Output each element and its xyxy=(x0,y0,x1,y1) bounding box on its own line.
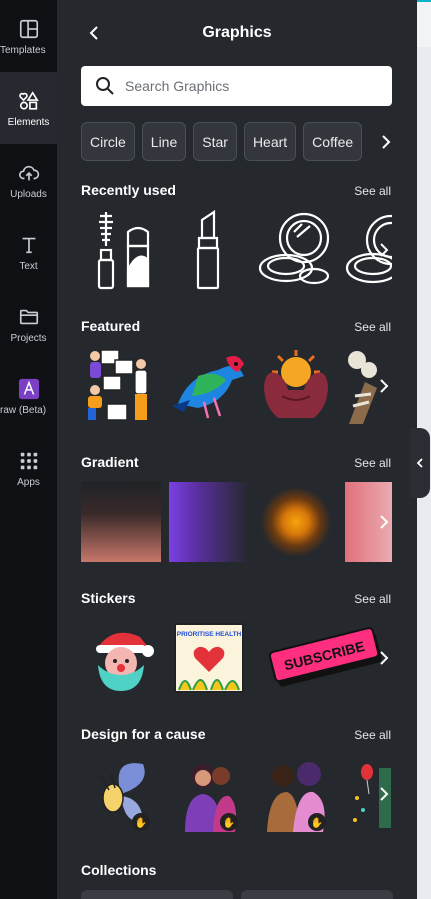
graphic-lipstick[interactable] xyxy=(168,210,248,290)
strong-sun-illustration xyxy=(264,350,328,418)
rail-item-uploads[interactable]: Uploads xyxy=(0,144,57,216)
graphics-panel: Graphics Circle Line Star Heart Coffee R… xyxy=(57,0,417,899)
chevron-right-icon xyxy=(380,515,389,529)
bird-illustration xyxy=(172,356,244,419)
rail-item-elements[interactable]: Elements xyxy=(0,72,57,144)
see-all-stickers[interactable]: See all xyxy=(354,592,391,606)
graphic-embracing-couple[interactable]: ✋ xyxy=(257,754,337,834)
gradient-next-button[interactable] xyxy=(375,482,393,562)
search-icon xyxy=(96,77,114,95)
rail-label-elements: Elements xyxy=(7,117,50,128)
section-title-collections: Collections xyxy=(81,862,157,878)
svg-text:✋: ✋ xyxy=(223,816,235,829)
graphic-gradient-sunset[interactable] xyxy=(81,482,161,562)
upload-cloud-icon xyxy=(18,165,39,181)
section-title-featured: Featured xyxy=(81,318,141,334)
prioritise-health-text: PRIORITISE HEALTH xyxy=(177,631,242,638)
prioritise-health-sticker: PRIORITISE HEALTH xyxy=(174,623,244,693)
rail-label-uploads: Uploads xyxy=(10,189,47,200)
see-all-gradient[interactable]: See all xyxy=(354,456,391,470)
row-stickers: PRIORITISE HEALTH SUBSCRIBE xyxy=(81,618,392,698)
svg-text:✋: ✋ xyxy=(311,816,323,829)
sticker-prioritise-health[interactable]: PRIORITISE HEALTH xyxy=(169,618,249,698)
text-icon xyxy=(22,237,35,254)
graphic-butterfly[interactable]: ✋ xyxy=(81,754,161,834)
chevron-right-icon xyxy=(380,379,389,393)
folder-icon xyxy=(19,309,38,325)
search-input[interactable] xyxy=(125,78,385,94)
collection-card[interactable] xyxy=(241,890,393,899)
svg-text:✋: ✋ xyxy=(135,816,147,829)
sticker-subscribe[interactable]: SUBSCRIBE xyxy=(263,618,391,698)
category-chips: Circle Line Star Heart Coffee xyxy=(81,122,411,162)
rail-item-projects[interactable]: Projects xyxy=(0,288,57,360)
rail-item-draw[interactable]: raw (Beta) xyxy=(0,360,57,432)
collapse-panel-button[interactable] xyxy=(410,428,430,498)
row-design-for-a-cause: ✋ ✋ ✋ xyxy=(81,754,392,834)
graphic-gradient-orange-glow[interactable] xyxy=(256,482,336,562)
butterfly-illustration: ✋ xyxy=(100,763,150,831)
lipstick-icon xyxy=(196,210,220,290)
chevron-right-icon xyxy=(380,243,389,257)
row-featured xyxy=(81,346,392,426)
section-title-design-for-a-cause: Design for a cause xyxy=(81,726,206,742)
chevron-right-icon xyxy=(380,651,389,665)
templates-icon xyxy=(19,19,38,39)
section-title-gradient: Gradient xyxy=(81,454,139,470)
page-title: Graphics xyxy=(202,24,272,41)
see-all-featured[interactable]: See all xyxy=(354,320,391,334)
see-all-recently-used[interactable]: See all xyxy=(354,184,391,198)
chip-coffee[interactable]: Coffee xyxy=(303,122,363,161)
graphic-strong-sun[interactable] xyxy=(256,346,336,426)
subscribe-button-sticker: SUBSCRIBE xyxy=(268,627,382,687)
embracing-couple-illustration: ✋ xyxy=(267,762,326,832)
chips-next-button[interactable] xyxy=(379,122,393,161)
draw-icon xyxy=(18,378,39,400)
stickers-next-button[interactable] xyxy=(375,618,393,698)
graphic-people-boxes[interactable] xyxy=(81,346,161,426)
section-title-recently-used: Recently used xyxy=(81,182,176,198)
collection-card[interactable] xyxy=(81,890,233,899)
rail-label-projects: Projects xyxy=(10,333,47,344)
section-title-stickers: Stickers xyxy=(81,590,136,606)
rail-item-templates[interactable]: Templates xyxy=(0,0,57,72)
apps-grid-icon xyxy=(20,452,37,470)
row-gradient xyxy=(81,482,392,562)
people-boxes-illustration xyxy=(88,349,148,421)
rail-item-text[interactable]: Text xyxy=(0,216,57,288)
chevron-right-icon xyxy=(382,134,391,149)
chip-circle[interactable]: Circle xyxy=(81,122,135,161)
rail-label-templates: Templates xyxy=(0,45,46,56)
rail-item-apps[interactable]: Apps xyxy=(0,432,57,504)
design-for-a-cause-next-button[interactable] xyxy=(375,754,393,834)
row-recently-used xyxy=(81,210,392,290)
elements-icon xyxy=(18,91,39,110)
rail-label-apps: Apps xyxy=(17,477,40,488)
santa-sticker xyxy=(96,632,154,691)
left-rail: Templates Elements Uploads Text Projects… xyxy=(0,0,57,899)
compact-mirror-icon xyxy=(258,212,330,285)
accent-line xyxy=(417,0,431,2)
graphic-colorful-bird[interactable] xyxy=(168,346,248,426)
graphic-gradient-purple[interactable] xyxy=(169,482,249,562)
rail-label-draw: raw (Beta) xyxy=(0,405,47,416)
graphic-compact-mirror[interactable] xyxy=(256,210,336,290)
chip-heart[interactable]: Heart xyxy=(243,122,297,161)
rail-label-text: Text xyxy=(19,261,38,272)
sticker-santa[interactable] xyxy=(81,618,161,698)
featured-next-button[interactable] xyxy=(375,346,393,426)
see-all-design-for-a-cause[interactable]: See all xyxy=(354,728,391,742)
chip-line[interactable]: Line xyxy=(141,122,187,161)
graphic-mascara[interactable] xyxy=(81,210,161,290)
panel-header: Graphics xyxy=(57,0,417,64)
graphic-hugging-women[interactable]: ✋ xyxy=(169,754,249,834)
hugging-women-illustration: ✋ xyxy=(185,764,238,832)
search-box[interactable] xyxy=(81,66,392,106)
mascara-icon xyxy=(97,212,150,290)
chevron-left-small-icon xyxy=(416,458,423,468)
chip-star[interactable]: Star xyxy=(193,122,237,161)
recently-used-next-button[interactable] xyxy=(375,210,393,290)
chevron-right-icon xyxy=(380,787,389,801)
